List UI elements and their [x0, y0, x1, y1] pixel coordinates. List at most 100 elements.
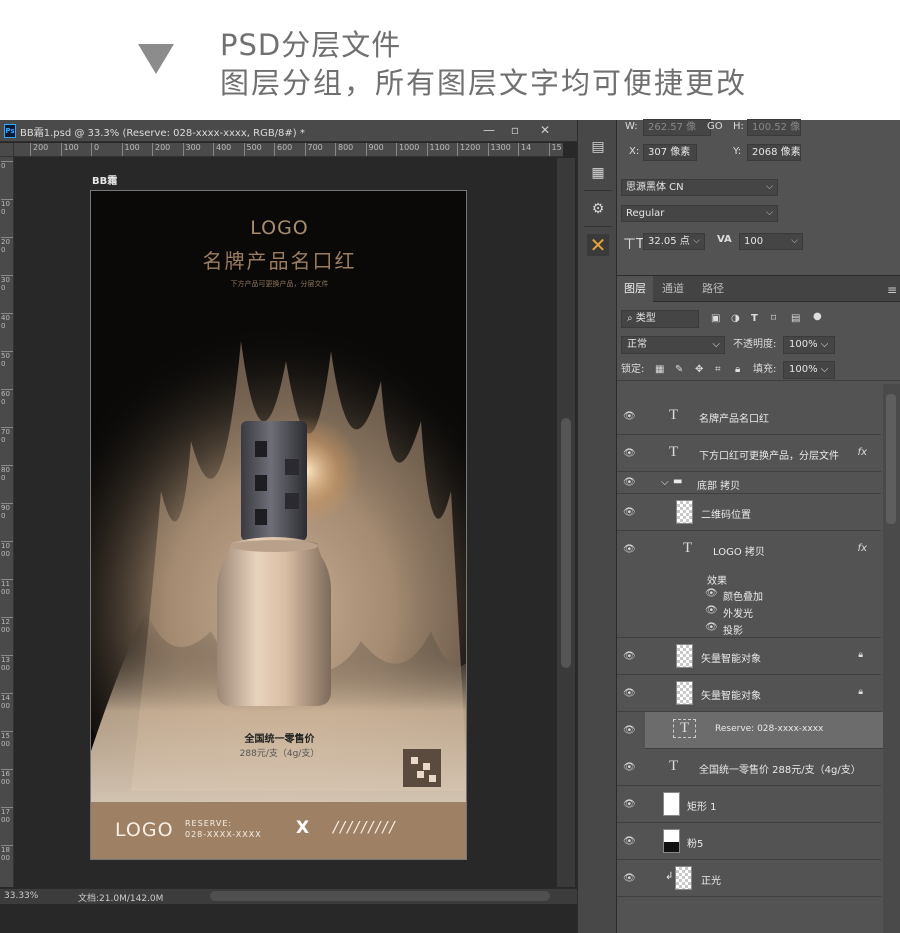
- layer-row[interactable]: 👁︎ T LOGO 拷贝 fx 效果 👁︎ 颜色叠加 👁︎ 外发光 👁︎ 投影: [617, 531, 881, 638]
- y-label: Y:: [733, 146, 742, 157]
- layer-row[interactable]: 👁︎ T 名牌产品名口红: [617, 398, 881, 435]
- fill-field[interactable]: 100% ⌵: [783, 361, 835, 379]
- scroll-thumb[interactable]: [886, 394, 896, 524]
- layer-name[interactable]: 二维码位置: [701, 506, 751, 521]
- font-size-icon: ㄒT: [623, 237, 644, 252]
- smart-object-filter-icon[interactable]: ▤: [791, 310, 800, 328]
- font-style-select[interactable]: Regular ⌵: [621, 205, 778, 222]
- height-field[interactable]: 100.52 像: [747, 119, 801, 136]
- blend-mode-select[interactable]: 正常 ⌵: [621, 336, 725, 354]
- vertical-ruler[interactable]: 0 100 200 300 400 500 600 700 800 900 1000 1100 1200…: [0, 157, 14, 887]
- layer-name[interactable]: 正光: [701, 872, 721, 887]
- tab-paths[interactable]: 路径: [695, 276, 731, 302]
- layer-name[interactable]: 粉5: [687, 835, 703, 850]
- fx-badge[interactable]: fx: [858, 543, 867, 554]
- doc-size[interactable]: 文档:21.0M/142.0M: [78, 891, 163, 904]
- layer-row[interactable]: 👁︎ T 全国统一零售价 288元/支（4g/支）: [617, 749, 881, 786]
- layer-name[interactable]: 矩形 1: [687, 798, 717, 813]
- image-filter-icon[interactable]: ▣: [711, 310, 720, 328]
- type-filter-icon[interactable]: T: [751, 310, 758, 328]
- character-tool-icon[interactable]: ✕: [587, 234, 609, 256]
- lock-artboard-icon[interactable]: ⌗: [715, 361, 721, 379]
- effect-name[interactable]: 外发光: [723, 605, 753, 620]
- layer-row[interactable]: 👁︎ 矢量智能对象 🔒︎: [617, 675, 881, 712]
- effect-name[interactable]: 颜色叠加: [723, 588, 763, 603]
- visibility-eye-icon[interactable]: 👁︎: [623, 836, 636, 847]
- visibility-eye-icon[interactable]: 👁︎: [623, 799, 636, 810]
- layer-name[interactable]: 下方口红可更换产品，分层文件: [699, 447, 839, 462]
- maximize-button[interactable]: ▫: [502, 122, 528, 139]
- zoom-level[interactable]: 33.33%: [4, 891, 38, 901]
- layer-row[interactable]: 👁︎ T 下方口红可更换产品，分层文件 fx: [617, 435, 881, 472]
- visibility-eye-icon[interactable]: 👁︎: [623, 762, 636, 773]
- layer-name[interactable]: Reserve: 028-xxxx-xxxx: [715, 724, 823, 734]
- layer-name[interactable]: 底部 拷贝: [697, 477, 740, 492]
- scroll-thumb[interactable]: [561, 418, 571, 668]
- lock-all-icon[interactable]: 🔒︎: [735, 361, 740, 379]
- effect-name[interactable]: 投影: [723, 622, 743, 637]
- layers-panel-tabs: 图层 通道 路径 ≡: [617, 276, 900, 302]
- layer-name[interactable]: 全国统一零售价 288元/支（4g/支）: [699, 761, 861, 776]
- visibility-eye-icon[interactable]: 👁︎: [705, 605, 718, 616]
- photoshop-icon: Ps: [4, 124, 16, 138]
- horizontal-scrollbar[interactable]: [210, 891, 550, 901]
- filter-kind-select[interactable]: ⌕ 类型: [621, 310, 699, 328]
- panel-menu-icon[interactable]: ≡: [887, 283, 897, 297]
- layer-row[interactable]: 👁︎ ↲ 正光: [617, 860, 881, 897]
- layer-row-selected[interactable]: T Reserve: 028-xxxx-xxxx: [645, 712, 891, 749]
- visibility-eye-icon[interactable]: 👁︎: [623, 651, 636, 662]
- layer-name[interactable]: 矢量智能对象: [701, 650, 761, 665]
- tracking-field[interactable]: 100 ⌵: [739, 233, 803, 250]
- layer-name[interactable]: 矢量智能对象: [701, 687, 761, 702]
- visibility-eye-icon[interactable]: 👁︎: [705, 588, 718, 599]
- visibility-eye-icon[interactable]: 👁︎: [623, 477, 636, 488]
- header-line-1: PSD分层文件: [220, 28, 402, 62]
- shape-filter-icon[interactable]: ⌑: [771, 310, 776, 328]
- visibility-eye-icon[interactable]: 👁︎: [623, 873, 636, 884]
- group-expand-chevron-icon[interactable]: ⌵: [661, 477, 669, 488]
- history-icon[interactable]: ▤: [587, 136, 609, 158]
- fx-badge[interactable]: fx: [858, 447, 867, 458]
- font-family-select[interactable]: 思源黑体 CN ⌵: [621, 179, 778, 196]
- layer-name[interactable]: LOGO 拷贝: [713, 543, 765, 558]
- visibility-eye-icon[interactable]: 👁︎: [623, 725, 636, 736]
- visibility-eye-icon[interactable]: 👁︎: [623, 688, 636, 699]
- adjustment-filter-icon[interactable]: ◑: [731, 310, 740, 328]
- poster-artboard[interactable]: LOGO 名牌产品名口红 下方产品可更换产品，分层文件 全国统一零售价 288元…: [90, 190, 467, 860]
- visibility-eye-icon[interactable]: 👁︎: [623, 507, 636, 518]
- document-titlebar[interactable]: Ps BB霜1.psd @ 33.3% (Reserve: 028-xxxx-x…: [0, 120, 577, 142]
- artboard-label[interactable]: BB霜: [92, 172, 117, 187]
- layer-name[interactable]: 名牌产品名口红: [699, 410, 769, 425]
- vertical-scrollbar[interactable]: [557, 158, 575, 887]
- layer-row[interactable]: 👁︎ 矩形 1: [617, 786, 881, 823]
- adjust-icon[interactable]: ⚙: [587, 198, 609, 220]
- layer-row[interactable]: 👁︎ 二维码位置: [617, 494, 881, 531]
- lock-move-icon[interactable]: ✥: [695, 361, 703, 379]
- lock-transparency-icon[interactable]: ▦: [655, 361, 664, 379]
- layer-group-row[interactable]: 👁︎ ⌵ ▬ 底部 拷贝: [617, 472, 881, 494]
- minimize-button[interactable]: —: [476, 122, 502, 139]
- close-button[interactable]: ✕: [532, 122, 558, 139]
- canvas-area[interactable]: BB霜 LOGO 名牌产品名口红 下方产品可更换产品，分层文件 全国统一零售价 …: [15, 158, 557, 887]
- opacity-field[interactable]: 100% ⌵: [783, 336, 835, 354]
- link-label[interactable]: GO: [707, 121, 723, 132]
- notes-icon[interactable]: ▦: [587, 162, 609, 184]
- lock-paint-icon[interactable]: ✎: [675, 361, 683, 379]
- tab-channels[interactable]: 通道: [655, 276, 691, 302]
- layer-row[interactable]: 👁︎ 粉5: [617, 823, 881, 860]
- y-position-field[interactable]: 2068 像素: [747, 144, 801, 161]
- horizontal-ruler[interactable]: 200 100 0 100 200 300 400 500 600 700 800 900 1000 11…: [14, 143, 563, 157]
- tracking-value: 100: [744, 236, 764, 247]
- visibility-eye-icon[interactable]: 👁︎: [705, 622, 718, 633]
- layers-scrollbar[interactable]: [883, 384, 900, 933]
- ruler-corner[interactable]: [0, 143, 14, 157]
- filter-toggle-icon[interactable]: ●: [813, 308, 822, 326]
- layer-row[interactable]: 👁︎ 矢量智能对象 🔒︎: [617, 638, 881, 675]
- width-field[interactable]: 262.57 像: [643, 119, 711, 136]
- x-position-field[interactable]: 307 像素: [643, 144, 697, 161]
- visibility-eye-icon[interactable]: 👁︎: [623, 544, 636, 555]
- visibility-eye-icon[interactable]: 👁︎: [623, 411, 636, 422]
- tab-layers[interactable]: 图层: [617, 276, 653, 302]
- font-size-field[interactable]: 32.05 点 ⌵: [643, 233, 705, 250]
- visibility-eye-icon[interactable]: 👁︎: [623, 448, 636, 459]
